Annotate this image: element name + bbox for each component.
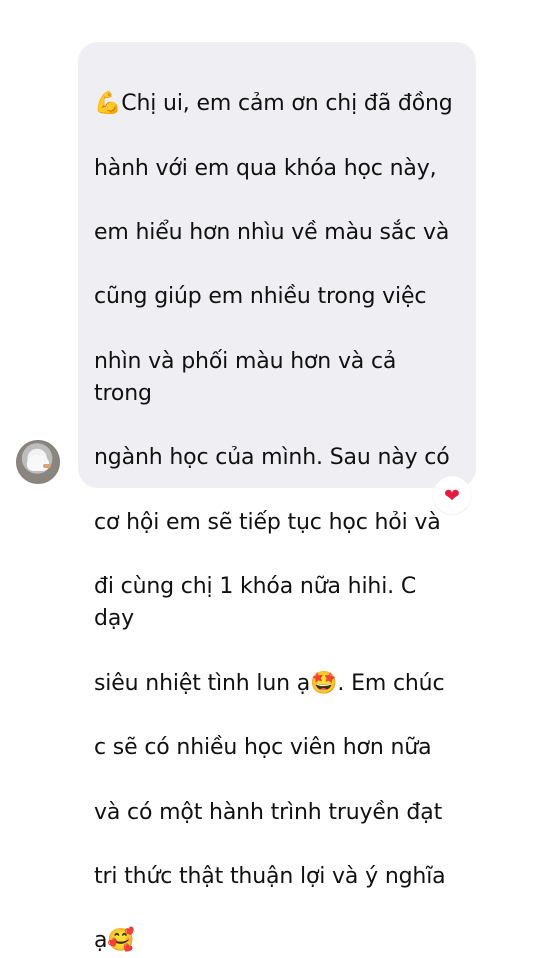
message-line-6: ngành học của mình. Sau này có bbox=[94, 445, 450, 471]
message-line-10: c sẽ có nhiều học viên hơn nữa bbox=[94, 735, 432, 761]
message-bubble[interactable]: 💪Chị ui, em cảm ơn chị đã đồng hành với … bbox=[78, 42, 476, 953]
heart-icon: ❤ bbox=[444, 484, 460, 507]
message-line-11: và có một hành trình truyền đạt bbox=[94, 799, 443, 825]
message-text: 💪Chị ui, em cảm ơn chị đã đồng hành với … bbox=[94, 56, 456, 958]
avatar[interactable] bbox=[16, 440, 60, 484]
message-line-8: đi cùng chị 1 khóa nữa hihi. C dạy bbox=[94, 574, 417, 632]
avatar-image bbox=[27, 455, 49, 471]
message-line-7: cơ hội em sẽ tiếp tục học hỏi và bbox=[94, 509, 441, 535]
message-line-13: ạ🥰 bbox=[94, 928, 135, 954]
avatar-detail bbox=[43, 464, 51, 468]
message-line-2: hành với em qua khóa học này, bbox=[94, 155, 437, 181]
message-line-1: 💪Chị ui, em cảm ơn chị đã đồng bbox=[94, 91, 453, 117]
message-line-5: nhìn và phối màu hơn và cả trong bbox=[94, 348, 397, 407]
message-line-12: tri thức thật thuận lợi và ý nghĩa bbox=[94, 864, 446, 890]
message-line-4: cũng giúp em nhiều trong việc bbox=[94, 284, 427, 310]
message-line-3: em hiểu hơn nhìu về màu sắc và bbox=[94, 220, 450, 246]
heart-reaction-button[interactable]: ❤ bbox=[433, 476, 471, 514]
message-line-9: siêu nhiệt tình lun ạ🤩. Em chúc bbox=[94, 670, 445, 696]
